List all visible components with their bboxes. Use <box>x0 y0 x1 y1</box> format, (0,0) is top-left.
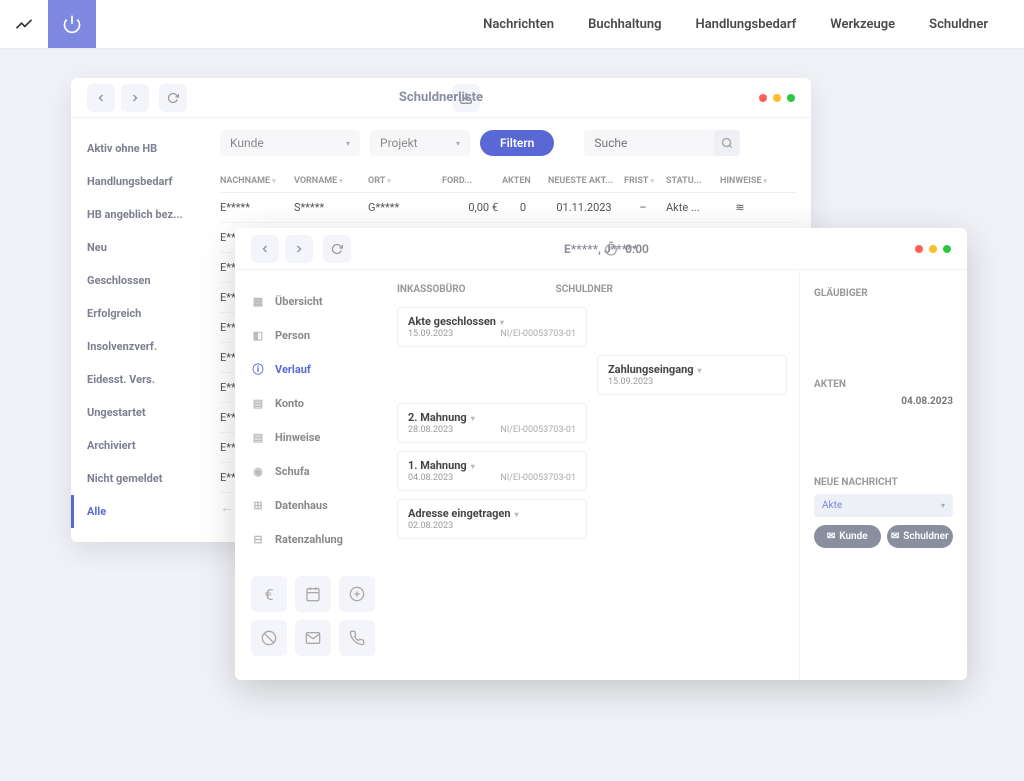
kunde-select[interactable]: Kunde▾ <box>220 130 360 156</box>
action-grid: € <box>251 576 375 666</box>
sidebar-item-alle[interactable]: Alle <box>71 495 206 528</box>
th-ford[interactable]: FORD... <box>442 176 498 186</box>
sidebar-item-insolvenz[interactable]: Insolvenzverf. <box>87 330 206 363</box>
nav-item-datenhaus[interactable]: ⊞Datenhaus <box>251 488 375 522</box>
table-row[interactable]: E*****S*****G*****0,00 €001.11.2023–Akte… <box>220 193 797 223</box>
window-title: Schuldnerliste <box>399 90 483 105</box>
sidebar-item-aktiv[interactable]: Aktiv ohne HB <box>87 132 206 165</box>
timeline: INKASSOBÜRO SCHULDNER Akte geschlossen▾1… <box>385 270 799 680</box>
timeline-card[interactable]: Akte geschlossen▾15.09.2023NI/EI-0005370… <box>397 307 587 347</box>
nav-item-übersicht[interactable]: ▦Übersicht <box>251 284 375 318</box>
akten-date: 04.08.2023 <box>814 396 953 407</box>
mail-icon[interactable] <box>295 620 331 656</box>
th-nachname[interactable]: NACHNAME▾ <box>220 176 290 186</box>
reload-button[interactable] <box>159 84 187 112</box>
nav-schuldner[interactable]: Schuldner <box>929 17 988 32</box>
nav-buchhaltung[interactable]: Buchhaltung <box>588 17 661 32</box>
th-ort[interactable]: ORT▾ <box>368 176 438 186</box>
topnav: Nachrichten Buchhaltung Handlungsbedarf … <box>483 17 1024 32</box>
sidebar-item-handlungsbedarf[interactable]: Handlungsbedarf <box>87 165 206 198</box>
block-icon[interactable] <box>251 620 287 656</box>
glaubiger-label: GLÄUBIGER <box>814 288 953 299</box>
schuldner-button[interactable]: ✉Schuldner <box>887 525 954 548</box>
traffic-lights[interactable] <box>915 245 951 253</box>
search-input[interactable] <box>584 130 714 156</box>
back-button[interactable] <box>251 235 279 263</box>
sidebar-item-neu[interactable]: Neu <box>87 231 206 264</box>
topbar: Nachrichten Buchhaltung Handlungsbedarf … <box>0 0 1024 48</box>
nav-nachrichten[interactable]: Nachrichten <box>483 17 554 32</box>
search-icon[interactable] <box>714 130 740 156</box>
sidebar-item-erfolgreich[interactable]: Erfolgreich <box>87 297 206 330</box>
forward-button[interactable] <box>285 235 313 263</box>
timeline-card[interactable]: 1. Mahnung▾04.08.2023NI/EI-00053703-01 <box>397 451 587 491</box>
projekt-select[interactable]: Projekt▾ <box>370 130 470 156</box>
nav-item-ratenzahlung[interactable]: ⊟Ratenzahlung <box>251 522 375 556</box>
calendar-icon[interactable] <box>295 576 331 612</box>
power-icon[interactable] <box>48 0 96 48</box>
nav-item-schufa[interactable]: ◉Schufa <box>251 454 375 488</box>
detail-header: E*****, J***** 0:00 <box>235 228 967 270</box>
nav-handlungsbedarf[interactable]: Handlungsbedarf <box>696 17 797 32</box>
detail-nav: ▦Übersicht◧PersonⓘVerlauf▤Konto▤Hinweise… <box>235 270 385 680</box>
timeline-card[interactable]: 2. Mahnung▾28.08.2023NI/EI-00053703-01 <box>397 403 587 443</box>
sidebar-item-eidesst[interactable]: Eidesst. Vers. <box>87 363 206 396</box>
plus-icon[interactable] <box>339 576 375 612</box>
nav-item-hinweise[interactable]: ▤Hinweise <box>251 420 375 454</box>
th-status[interactable]: STATU... <box>666 176 716 186</box>
table-header: NACHNAME▾ VORNAME▾ ORT▾ FORD... AKTEN NE… <box>220 170 797 193</box>
nav-werkzeuge[interactable]: Werkzeuge <box>830 17 895 32</box>
stats-icon[interactable] <box>0 0 48 48</box>
sidebar-item-nicht-gemeldet[interactable]: Nicht gemeldet <box>87 462 206 495</box>
search-wrap <box>584 130 740 156</box>
sidebar-item-archiviert[interactable]: Archiviert <box>87 429 206 462</box>
nav-item-verlauf[interactable]: ⓘVerlauf <box>251 352 375 386</box>
sidebar-item-geschlossen[interactable]: Geschlossen <box>87 264 206 297</box>
filtern-button[interactable]: Filtern <box>480 130 554 156</box>
timeline-col-schuldner: SCHULDNER <box>556 284 613 295</box>
timeline-card[interactable]: Zahlungseingang▾15.09.2023 <box>597 355 787 395</box>
nav-item-person[interactable]: ◧Person <box>251 318 375 352</box>
akte-select[interactable]: Akte▾ <box>814 494 953 517</box>
th-hinweise[interactable]: HINWEISE▾ <box>720 176 760 186</box>
sidebar: Aktiv ohne HB Handlungsbedarf HB angebli… <box>71 118 206 542</box>
window-header: Schuldnerliste <box>71 78 811 118</box>
phone-icon[interactable] <box>339 620 375 656</box>
traffic-lights[interactable] <box>759 94 795 102</box>
neue-nachricht-label: NEUE NACHRICHT <box>814 477 953 488</box>
timeline-col-inkasso: INKASSOBÜRO <box>397 284 466 295</box>
nav-item-konto[interactable]: ▤Konto <box>251 386 375 420</box>
th-frist[interactable]: FRIST▾ <box>624 176 662 186</box>
th-vorname[interactable]: VORNAME▾ <box>294 176 364 186</box>
right-column: GLÄUBIGER AKTEN 04.08.2023 NEUE NACHRICH… <box>799 270 967 680</box>
kunde-button[interactable]: ✉Kunde <box>814 525 881 548</box>
detail-window: E*****, J***** 0:00 ▦Übersicht◧PersonⓘVe… <box>235 228 967 680</box>
forward-button[interactable] <box>121 84 149 112</box>
th-neueste[interactable]: NEUESTE AKT... <box>548 176 620 186</box>
filter-row: Kunde▾ Projekt▾ Filtern <box>220 130 797 156</box>
sidebar-item-ungestartet[interactable]: Ungestartet <box>87 396 206 429</box>
sidebar-item-hb-bez[interactable]: HB angeblich bez... <box>87 198 206 231</box>
detail-title: E*****, J***** <box>564 242 638 256</box>
euro-icon[interactable]: € <box>251 576 287 612</box>
akten-label: AKTEN <box>814 379 953 390</box>
timeline-card[interactable]: Adresse eingetragen▾02.08.2023 <box>397 499 587 539</box>
back-button[interactable] <box>87 84 115 112</box>
th-akten[interactable]: AKTEN <box>502 176 544 186</box>
reload-button[interactable] <box>323 235 351 263</box>
